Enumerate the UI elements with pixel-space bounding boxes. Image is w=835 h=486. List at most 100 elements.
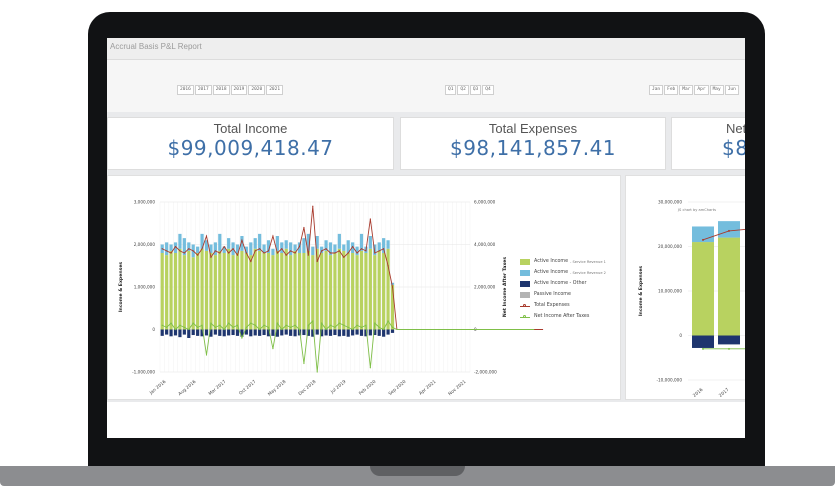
legend-item[interactable]: Total Expenses (520, 300, 620, 311)
bar-service-revenue-1 (346, 253, 350, 330)
line-total-expenses-point (294, 252, 296, 254)
month-chip[interactable]: Feb (664, 85, 679, 95)
bar-service-revenue-1 (258, 250, 262, 330)
month-chip[interactable]: Mar (679, 85, 694, 95)
legend-label: Active Income (534, 259, 569, 264)
legend-item[interactable]: Active Income - Service Revenue 2 (520, 267, 620, 278)
bar-service-revenue-1 (249, 255, 253, 330)
line-total-expenses-point (188, 248, 190, 250)
legend-item[interactable]: Net Income After Taxes (520, 311, 620, 322)
bar-service-revenue-1 (324, 250, 328, 330)
line-total-expenses-point (276, 252, 278, 254)
line-net-income-point (347, 326, 349, 328)
legend-label: Active Income (534, 270, 569, 275)
quarter-chip[interactable]: Q4 (482, 85, 494, 95)
line-total-expenses-point (369, 218, 371, 220)
bar-service-revenue-1 (204, 250, 209, 330)
yearly-chart-panel: 30,000,000 20,000,000 10,000,000 0 -10,000,0… (625, 175, 745, 400)
bar-active-other (324, 329, 328, 336)
bar-active-other (165, 329, 169, 335)
y-tick-label: 1,000,000 (134, 285, 156, 290)
bar-service-revenue-1 (390, 284, 395, 330)
year-chip[interactable]: 2017 (194, 85, 212, 95)
bar-service-revenue-1 (262, 253, 266, 330)
line-net-income-point (728, 347, 730, 350)
line-total-expenses-point (228, 252, 230, 254)
x-tick-label: Nov 2021 (447, 379, 467, 397)
chart-legend: Active Income - Service Revenue 1 Active … (520, 256, 620, 322)
month-chip[interactable]: May (709, 85, 724, 95)
bar-service-revenue-1 (377, 250, 381, 330)
year-chip[interactable]: 2021 (266, 85, 284, 95)
quarter-chip[interactable]: Q2 (457, 85, 469, 95)
line-net-income-point (360, 326, 363, 328)
bar-active-other (191, 329, 195, 336)
line-net-income-point (325, 328, 327, 331)
year-chip[interactable]: 2016 (177, 85, 194, 95)
bar-service-revenue-1 (213, 255, 217, 330)
y-tick-label: 20,000,000 (658, 244, 682, 249)
line-net-income-point (245, 326, 247, 328)
bar-service-revenue-1 (227, 248, 231, 330)
quarter-chip[interactable]: Q1 (445, 85, 457, 95)
line-total-expenses-point (197, 254, 199, 256)
line-total-expenses-point (303, 226, 305, 229)
year-chip[interactable]: 2019 (230, 85, 248, 95)
bar-service-revenue-1 (235, 253, 240, 330)
kpi-total-expenses: Total Expenses $98,141,857.41 (400, 117, 666, 170)
line-net-income-point (179, 324, 181, 326)
legend-label: Passive Income (534, 292, 571, 297)
y-tick-label: 3,000,000 (134, 200, 156, 205)
kpi-value: $99,009,418.47 (167, 136, 334, 160)
bar-active-other (377, 329, 381, 336)
bar-service-revenue-2 (249, 242, 253, 256)
quarter-chip[interactable]: Q3 (469, 85, 482, 95)
kpi-total-income: Total Income $99,009,418.47 (107, 117, 394, 170)
line-net-income-point (352, 328, 354, 331)
line-net-income-point (316, 371, 318, 373)
legend-item[interactable]: Active Income - Service Revenue 1 (520, 256, 620, 267)
month-chip[interactable]: Jan (649, 85, 664, 95)
line-total-expenses-point (161, 248, 163, 250)
bar-service-revenue-2 (284, 240, 288, 249)
line-net-income-point (343, 324, 345, 326)
legend-line-marker (520, 303, 530, 309)
bar-service-revenue-1 (351, 253, 355, 330)
bar-active-other (222, 329, 226, 337)
y-tick-label: 30,000,000 (658, 200, 682, 205)
line-total-expenses-point (334, 252, 336, 254)
bar-service-revenue-1 (231, 255, 235, 330)
bar-active-other (178, 329, 182, 338)
line-net-income-point (210, 322, 212, 324)
bar-active-other (342, 329, 346, 336)
line-net-income-point (228, 322, 230, 324)
legend-item[interactable]: Active Income - Other (520, 278, 620, 289)
year-chip[interactable]: 2018 (212, 85, 230, 95)
line-net-income-point (356, 324, 358, 326)
bar-service-revenue-2 (337, 233, 341, 249)
bar-service-revenue-1 (297, 253, 302, 330)
bar-service-revenue-1 (160, 253, 164, 330)
line-net-income-point (285, 324, 287, 326)
x-tick-label: Dec 2018 (297, 379, 317, 397)
line-total-expenses-point (728, 229, 730, 232)
bar-active-other (280, 329, 284, 336)
filter-bar: 2016 2017 2018 2019 2020 2021 Q1 Q2 Q3 Q… (107, 60, 745, 112)
year-chip[interactable]: 2020 (248, 85, 266, 95)
line-total-expenses-point (250, 260, 252, 263)
line-total-expenses-point (263, 252, 265, 254)
line-net-income-point (201, 324, 203, 326)
bar-service-revenue-2 (382, 238, 386, 253)
month-chip[interactable]: Apr (694, 85, 709, 95)
bar-service-revenue-2 (289, 242, 293, 256)
line-total-expenses-point (183, 252, 185, 254)
yearly-chart[interactable]: 30,000,000 20,000,000 10,000,000 0 -10,000,0… (626, 176, 745, 400)
bar-service-revenue-1 (306, 250, 310, 330)
kpi-label: Net (726, 121, 745, 136)
bar-active-other (293, 329, 297, 337)
bar-active-other (218, 329, 222, 336)
line-total-expenses-point (236, 254, 239, 256)
month-chip[interactable]: Jun (724, 85, 739, 95)
legend-item[interactable]: Passive Income (520, 289, 620, 300)
line-net-income-point (276, 322, 278, 324)
